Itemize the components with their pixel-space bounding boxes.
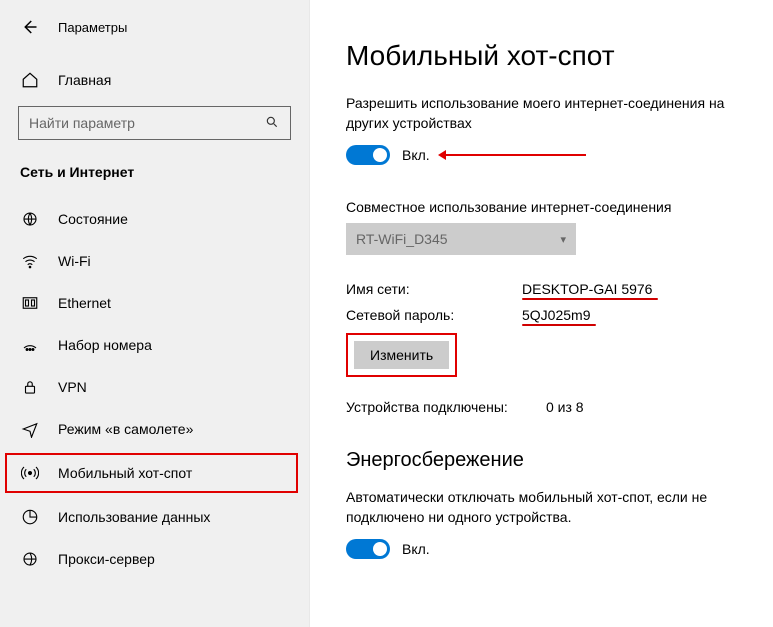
nav-item-label: Режим «в самолете» bbox=[58, 421, 193, 437]
devices-value: 0 из 8 bbox=[546, 399, 584, 415]
energy-toggle-row: Вкл. bbox=[346, 539, 753, 559]
search-icon bbox=[264, 115, 280, 132]
nav-item-vpn[interactable]: VPN bbox=[0, 366, 309, 408]
share-toggle[interactable] bbox=[346, 145, 390, 165]
status-icon bbox=[20, 209, 40, 229]
nav-item-datausage[interactable]: Использование данных bbox=[0, 496, 309, 538]
network-password-row: Сетевой пароль: 5QJ025m9 bbox=[346, 307, 753, 323]
network-info: Имя сети: DESKTOP-GAI 5976 Сетевой парол… bbox=[346, 281, 753, 377]
nav-item-label: Состояние bbox=[58, 211, 128, 227]
airplane-icon bbox=[20, 419, 40, 439]
section-label: Сеть и Интернет bbox=[0, 164, 309, 198]
header-row: Параметры bbox=[0, 18, 309, 62]
wifi-icon bbox=[20, 251, 40, 271]
window-title: Параметры bbox=[58, 20, 127, 35]
nav-item-label: Использование данных bbox=[58, 509, 210, 525]
dialup-icon bbox=[20, 335, 40, 355]
nav-item-proxy[interactable]: Прокси-сервер bbox=[0, 538, 309, 580]
sidebar: Параметры Главная Сеть и Интернет Состоя… bbox=[0, 0, 310, 627]
nav-item-label: Ethernet bbox=[58, 295, 111, 311]
nav-home[interactable]: Главная bbox=[0, 62, 309, 106]
network-name-value: DESKTOP-GAI 5976 bbox=[522, 281, 652, 297]
network-password-value: 5QJ025m9 bbox=[522, 307, 590, 323]
edit-button[interactable]: Изменить bbox=[354, 341, 449, 369]
proxy-icon bbox=[20, 549, 40, 569]
search-input[interactable] bbox=[29, 115, 264, 131]
nav-item-label: Wi-Fi bbox=[58, 253, 91, 269]
network-name-row: Имя сети: DESKTOP-GAI 5976 bbox=[346, 281, 753, 297]
vpn-icon bbox=[20, 377, 40, 397]
nav-item-label: Прокси-сервер bbox=[58, 551, 155, 567]
data-usage-icon bbox=[20, 507, 40, 527]
nav-item-hotspot[interactable]: Мобильный хот-спот bbox=[4, 452, 299, 494]
share-description: Разрешить использование моего интернет-с… bbox=[346, 94, 753, 133]
search-box[interactable] bbox=[18, 106, 291, 140]
hotspot-icon bbox=[20, 463, 40, 483]
chevron-down-icon: ▾ bbox=[560, 233, 566, 246]
content: Мобильный хот-спот Разрешить использован… bbox=[310, 0, 773, 627]
share-toggle-label: Вкл. bbox=[402, 147, 430, 163]
home-icon bbox=[20, 70, 40, 90]
ethernet-icon bbox=[20, 293, 40, 313]
energy-toggle-label: Вкл. bbox=[402, 541, 430, 557]
nav-item-status[interactable]: Состояние bbox=[0, 198, 309, 240]
nav-home-label: Главная bbox=[58, 72, 111, 88]
devices-key: Устройства подключены: bbox=[346, 399, 546, 415]
nav-item-label: VPN bbox=[58, 379, 87, 395]
network-password-key: Сетевой пароль: bbox=[346, 307, 522, 323]
edit-button-annotation: Изменить bbox=[346, 333, 457, 377]
nav-item-label: Набор номера bbox=[58, 337, 152, 353]
share-connection-label: Совместное использование интернет-соедин… bbox=[346, 199, 753, 215]
nav-item-dialup[interactable]: Набор номера bbox=[0, 324, 309, 366]
nav-list: Состояние Wi-Fi Ethernet Набор номера VP… bbox=[0, 198, 309, 580]
nav-item-label: Мобильный хот-спот bbox=[58, 465, 192, 481]
back-icon[interactable] bbox=[20, 18, 38, 36]
share-toggle-row: Вкл. bbox=[346, 145, 753, 165]
network-name-key: Имя сети: bbox=[346, 281, 522, 297]
nav-item-ethernet[interactable]: Ethernet bbox=[0, 282, 309, 324]
page-title: Мобильный хот-спот bbox=[346, 40, 753, 72]
connection-dropdown-value: RT-WiFi_D345 bbox=[356, 231, 448, 247]
energy-title: Энергосбережение bbox=[346, 449, 753, 472]
share-connection-section: Совместное использование интернет-соедин… bbox=[346, 199, 753, 255]
energy-toggle[interactable] bbox=[346, 539, 390, 559]
devices-row: Устройства подключены: 0 из 8 bbox=[346, 399, 753, 415]
nav-item-airplane[interactable]: Режим «в самолете» bbox=[0, 408, 309, 450]
connection-dropdown[interactable]: RT-WiFi_D345 ▾ bbox=[346, 223, 576, 255]
energy-description: Автоматически отключать мобильный хот-сп… bbox=[346, 488, 753, 527]
annotation-arrow bbox=[446, 154, 586, 156]
nav-item-wifi[interactable]: Wi-Fi bbox=[0, 240, 309, 282]
